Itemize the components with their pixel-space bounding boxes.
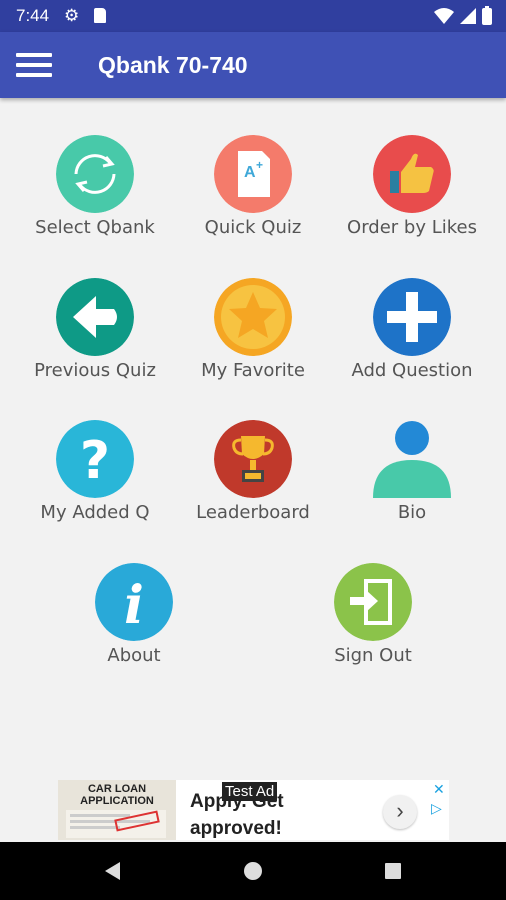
bio-label: Bio: [397, 502, 427, 523]
quick-quiz-button[interactable]: A + Quick Quiz: [178, 135, 328, 260]
sign-out-button[interactable]: Sign Out: [298, 563, 448, 688]
home-icon[interactable]: [240, 858, 266, 884]
leaderboard-button[interactable]: Leaderboard: [178, 420, 328, 545]
svg-text:+: +: [256, 158, 263, 172]
test-ad-label: Test Ad: [222, 782, 278, 801]
back-icon[interactable]: [100, 858, 126, 884]
add-question-label: Add Question: [351, 360, 473, 381]
ad-text-line2: approved!: [190, 818, 282, 839]
sign-out-icon: [334, 563, 412, 641]
app-title: Qbank 70-740: [98, 52, 248, 78]
select-qbank-label: Select Qbank: [35, 217, 155, 238]
user-icon: [373, 420, 451, 498]
about-button[interactable]: i About: [59, 563, 209, 688]
gear-icon: ⚙: [64, 6, 80, 25]
previous-quiz-button[interactable]: Previous Quiz: [20, 278, 170, 403]
ad-image: CAR LOAN APPLICATION: [58, 780, 176, 840]
navigation-bar: [0, 842, 506, 900]
info-icon: i: [95, 563, 173, 641]
status-bar: 7:44 ⚙: [0, 0, 506, 32]
add-question-button[interactable]: Add Question: [337, 278, 487, 403]
sign-out-label: Sign Out: [334, 645, 412, 666]
order-by-likes-label: Order by Likes: [347, 217, 477, 238]
star-icon: [214, 278, 292, 356]
close-icon[interactable]: ✕: [433, 781, 445, 798]
my-added-q-button[interactable]: ? My Added Q: [20, 420, 170, 545]
battery-icon: [482, 5, 492, 25]
ad-choices-icon[interactable]: ▷: [431, 800, 442, 817]
status-right-icons: [434, 5, 492, 25]
chevron-right-icon[interactable]: ›: [383, 795, 417, 829]
select-qbank-button[interactable]: Select Qbank: [20, 135, 170, 260]
sd-card-icon: [94, 8, 106, 23]
svg-text:i: i: [124, 575, 144, 636]
my-added-q-label: My Added Q: [40, 502, 150, 523]
previous-quiz-label: Previous Quiz: [34, 360, 156, 381]
sync-icon: [56, 135, 134, 213]
my-favorite-button[interactable]: My Favorite: [178, 278, 328, 403]
svg-text:A: A: [244, 164, 256, 181]
my-favorite-label: My Favorite: [201, 360, 305, 381]
ad-banner[interactable]: CAR LOAN APPLICATION Apply. Get approved…: [58, 780, 449, 840]
arrow-left-icon: [56, 278, 134, 356]
quick-quiz-label: Quick Quiz: [204, 217, 302, 238]
app-bar: Qbank 70-740: [0, 32, 506, 98]
signal-icon: [460, 8, 476, 24]
plus-icon: [373, 278, 451, 356]
thumbs-up-icon: [373, 135, 451, 213]
status-time: 7:44: [16, 6, 50, 25]
about-label: About: [107, 645, 161, 666]
bio-button[interactable]: Bio: [337, 420, 487, 545]
wifi-icon: [434, 8, 454, 24]
svg-text:?: ?: [80, 431, 110, 491]
hamburger-menu-icon[interactable]: [14, 52, 54, 78]
recents-icon[interactable]: [380, 858, 406, 884]
quiz-document-icon: A +: [214, 135, 292, 213]
leaderboard-label: Leaderboard: [196, 502, 310, 523]
order-by-likes-button[interactable]: Order by Likes: [337, 135, 487, 260]
question-icon: ?: [56, 420, 134, 498]
trophy-icon: [214, 420, 292, 498]
